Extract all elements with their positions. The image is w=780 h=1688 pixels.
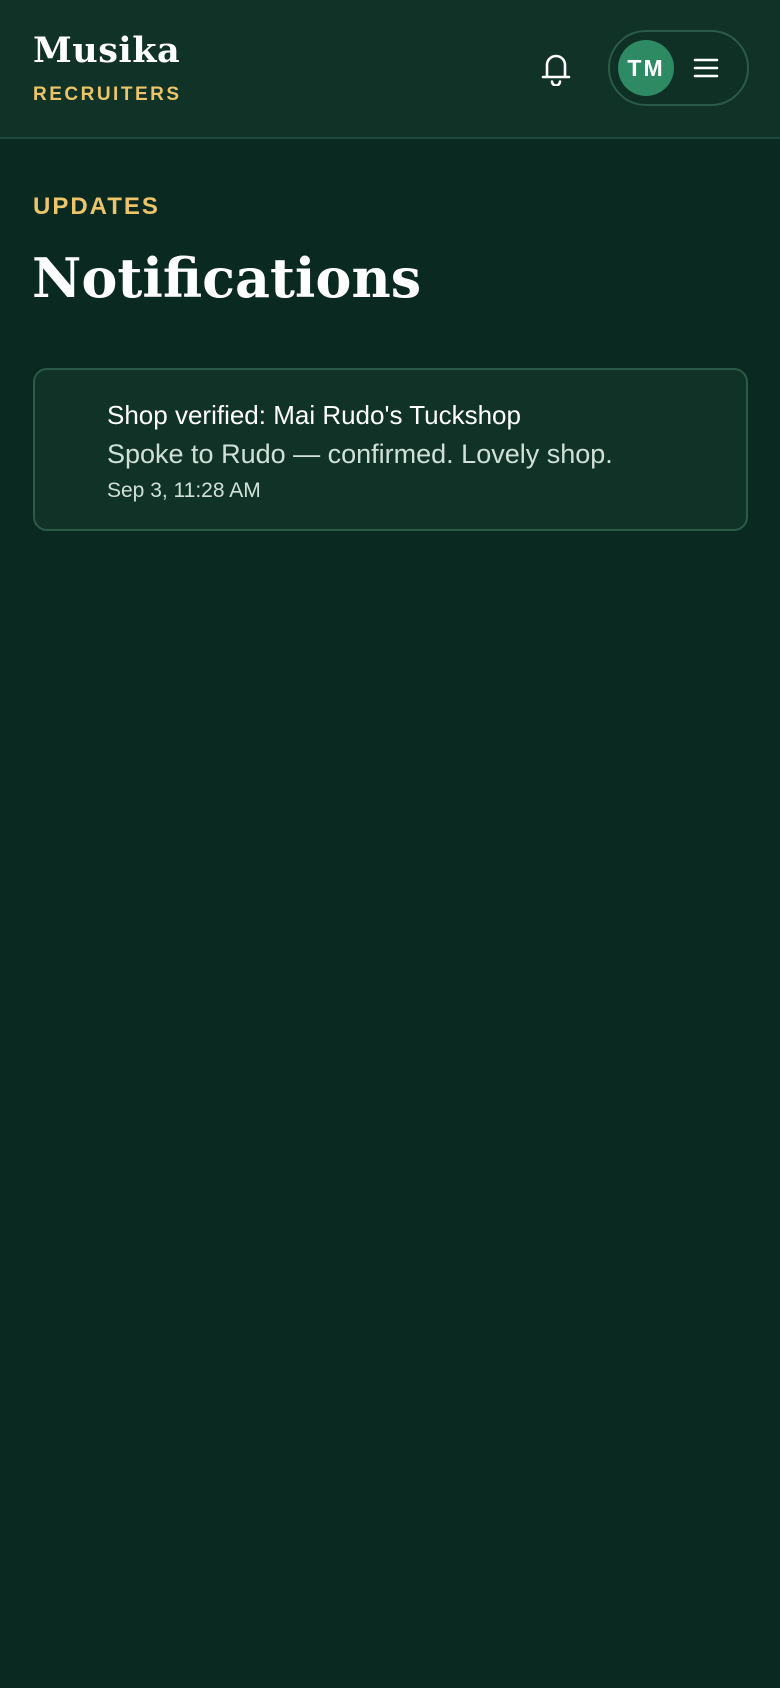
- hamburger-menu-icon[interactable]: [692, 54, 720, 82]
- bell-icon: [541, 54, 571, 86]
- notifications-button[interactable]: [534, 46, 578, 90]
- section-eyebrow: UPDATES: [33, 193, 160, 220]
- user-menu-button[interactable]: TM: [608, 30, 749, 106]
- page-title: Notifications: [32, 246, 422, 310]
- notification-timestamp: Sep 3, 11:28 AM: [107, 479, 261, 502]
- notification-card[interactable]: Shop verified: Mai Rudo's Tuckshop Spoke…: [33, 368, 748, 531]
- brand-subtitle: RECRUITERS: [33, 84, 182, 105]
- top-bar: Musika RECRUITERS TM: [0, 0, 780, 139]
- avatar[interactable]: TM: [618, 40, 674, 96]
- notification-body: Spoke to Rudo — confirmed. Lovely shop.: [107, 439, 613, 469]
- notification-title: Shop verified: Mai Rudo's Tuckshop: [107, 400, 521, 430]
- brand-title[interactable]: Musika: [33, 30, 180, 72]
